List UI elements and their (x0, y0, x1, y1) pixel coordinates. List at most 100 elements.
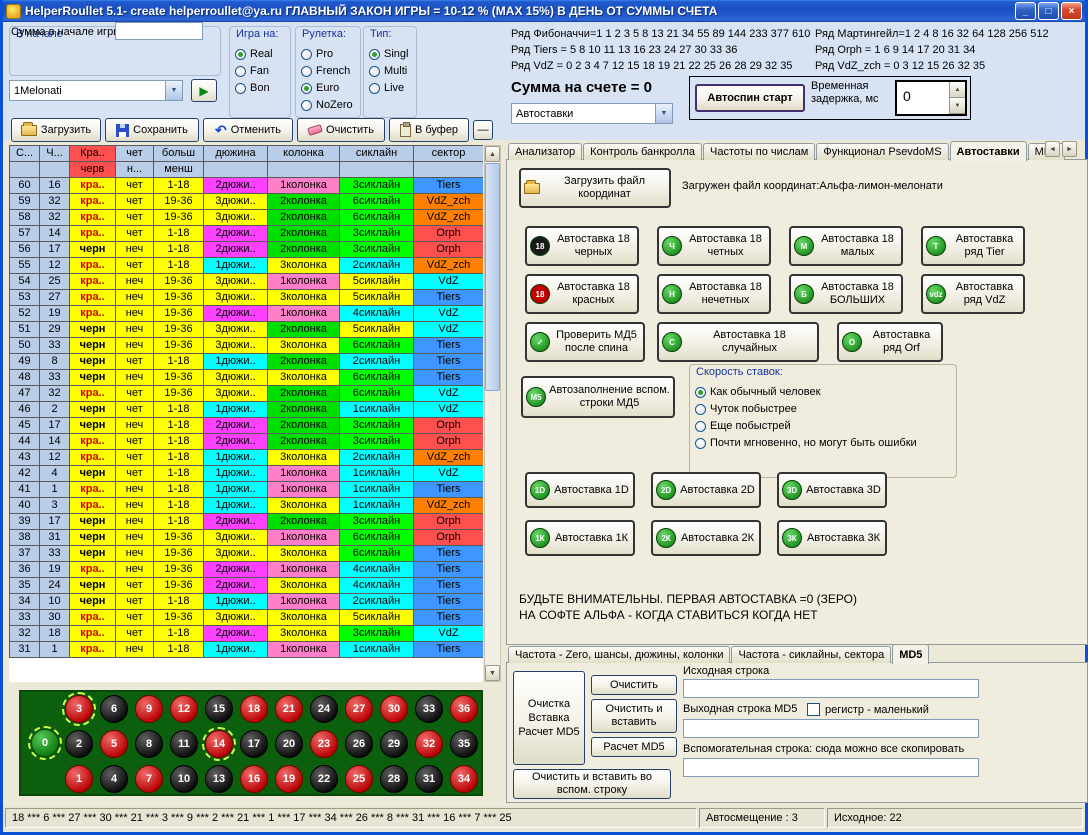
speed-option[interactable]: Почти мгновенно, но могут быть ошибки (695, 436, 956, 450)
main-tab[interactable]: Контроль банкролла (583, 143, 702, 160)
board-number-28[interactable]: 28 (380, 765, 408, 793)
board-number-20[interactable]: 20 (275, 730, 303, 758)
board-number-33[interactable]: 33 (415, 695, 443, 723)
board-number-25[interactable]: 25 (345, 765, 373, 793)
radio-option-Multi[interactable]: Multi (369, 64, 416, 78)
board-number-27[interactable]: 27 (345, 695, 373, 723)
board-number-0[interactable]: 0 (31, 729, 59, 757)
md5-calc-button[interactable]: Расчет MD5 (591, 737, 677, 757)
md5-clear-paste-button[interactable]: Очистить и вставить (591, 699, 677, 733)
scroll-up-icon[interactable]: ▲ (485, 146, 500, 162)
board-number-1[interactable]: 1 (65, 765, 93, 793)
autospin-start-button[interactable]: Автоспин старт (695, 84, 805, 112)
load-coords-button[interactable]: Загрузить файл координат (519, 168, 671, 208)
maximize-button[interactable]: □ (1038, 2, 1059, 20)
freq-tab[interactable]: Частота - Zero, шансы, дюжины, колонки (508, 646, 730, 663)
source-string-input[interactable] (683, 679, 979, 698)
board-number-7[interactable]: 7 (135, 765, 163, 793)
collapse-button[interactable]: — (473, 120, 493, 140)
radio-option-Live[interactable]: Live (369, 81, 416, 95)
clear-paste-aux-button[interactable]: Очистить и вставить во вспом. строку (513, 769, 671, 799)
radio-option-Fan[interactable]: Fan (235, 64, 290, 78)
radio-option-French[interactable]: French (301, 64, 360, 78)
board-number-3[interactable]: 3 (65, 695, 93, 723)
register-checkbox[interactable] (807, 703, 820, 716)
main-tab[interactable]: Анализатор (508, 143, 582, 160)
autobet-button[interactable]: 1КАвтоставка 1К (525, 520, 635, 556)
radio-option-Singl[interactable]: Singl (369, 47, 416, 61)
copy-to-buffer-button[interactable]: В буфер (389, 118, 469, 142)
freq-tab[interactable]: Частота - сиклайны, сектора (731, 646, 891, 663)
start-sum-input[interactable] (115, 22, 203, 40)
board-number-13[interactable]: 13 (205, 765, 233, 793)
board-number-19[interactable]: 19 (275, 765, 303, 793)
board-number-12[interactable]: 12 (170, 695, 198, 723)
board-number-34[interactable]: 34 (450, 765, 478, 793)
main-tab[interactable]: Частоты по числам (703, 143, 815, 160)
tabs-scroll-left-icon[interactable]: ◄ (1045, 141, 1060, 157)
autobet-button[interactable]: 2DАвтоставка 2D (651, 472, 761, 508)
board-number-9[interactable]: 9 (135, 695, 163, 723)
board-number-8[interactable]: 8 (135, 730, 163, 758)
autobet-button[interactable]: НАвтоставка 18 нечетных (657, 274, 771, 314)
autobet-button[interactable]: 18Автоставка 18 черных (525, 226, 639, 266)
board-number-16[interactable]: 16 (240, 765, 268, 793)
save-button[interactable]: Сохранить (105, 118, 199, 142)
spinner-down-icon[interactable]: ▼ (950, 98, 965, 114)
chevron-down-icon[interactable]: ▼ (655, 104, 672, 123)
board-number-29[interactable]: 29 (380, 730, 408, 758)
board-number-23[interactable]: 23 (310, 730, 338, 758)
autobet-button[interactable]: 2КАвтоставка 2К (651, 520, 761, 556)
board-number-18[interactable]: 18 (240, 695, 268, 723)
autobet-button[interactable]: ✓Проверить МД5 после спина (525, 322, 645, 362)
radio-option-Pro[interactable]: Pro (301, 47, 360, 61)
speed-option[interactable]: Чуток побыстрее (695, 402, 956, 416)
radio-option-Real[interactable]: Real (235, 47, 290, 61)
board-number-31[interactable]: 31 (415, 765, 443, 793)
main-tab[interactable]: Автоставки (950, 141, 1027, 161)
main-tab[interactable]: Функционал PsevdoMS (816, 143, 948, 160)
load-button[interactable]: Загрузить (11, 118, 101, 142)
md5-clear-button[interactable]: Очистить (591, 675, 677, 695)
md5-combo-button[interactable]: Очистка Вставка Расчет MD5 (513, 671, 585, 765)
autobet-button[interactable]: ЧАвтоставка 18 четных (657, 226, 771, 266)
chevron-down-icon[interactable]: ▼ (165, 81, 182, 100)
profile-select[interactable]: 1Melonati ▼ (9, 80, 183, 101)
table-scrollbar[interactable]: ▲ ▼ (484, 145, 501, 682)
speed-option[interactable]: Еще побыстрей (695, 419, 956, 433)
board-number-30[interactable]: 30 (380, 695, 408, 723)
play-button[interactable]: ▶ (191, 79, 217, 102)
board-number-35[interactable]: 35 (450, 730, 478, 758)
tabs-scroll-right-icon[interactable]: ► (1062, 141, 1077, 157)
minimize-button[interactable]: _ (1015, 2, 1036, 20)
board-number-10[interactable]: 10 (170, 765, 198, 793)
autobets-select[interactable]: Автоставки ▼ (511, 103, 673, 124)
aux-string-input[interactable] (683, 758, 979, 777)
autobet-button[interactable]: БАвтоставка 18 БОЛЬШИХ (789, 274, 903, 314)
autobet-button[interactable]: ТАвтоставка ряд Tier (921, 226, 1025, 266)
close-button[interactable]: × (1061, 2, 1082, 20)
board-number-4[interactable]: 4 (100, 765, 128, 793)
board-number-36[interactable]: 36 (450, 695, 478, 723)
autobet-button[interactable]: ОАвтоставка ряд Orf (837, 322, 943, 362)
undo-button[interactable]: ↶ Отменить (203, 118, 293, 142)
scrollbar-thumb[interactable] (485, 163, 500, 391)
board-number-21[interactable]: 21 (275, 695, 303, 723)
board-number-32[interactable]: 32 (415, 730, 443, 758)
autobet-button[interactable]: 18Автоставка 18 красных (525, 274, 639, 314)
board-number-26[interactable]: 26 (345, 730, 373, 758)
autobet-button[interactable]: 1DАвтоставка 1D (525, 472, 635, 508)
board-number-17[interactable]: 17 (240, 730, 268, 758)
board-number-5[interactable]: 5 (100, 730, 128, 758)
board-number-24[interactable]: 24 (310, 695, 338, 723)
autobet-button[interactable]: МАвтоставка 18 малых (789, 226, 903, 266)
board-number-6[interactable]: 6 (100, 695, 128, 723)
board-number-15[interactable]: 15 (205, 695, 233, 723)
board-number-22[interactable]: 22 (310, 765, 338, 793)
delay-spinner[interactable]: 0 ▲ ▼ (895, 80, 967, 116)
autofill-md5-button[interactable]: М5 Автозаполнение вспом. строки МД5 (521, 376, 675, 418)
board-number-14[interactable]: 14 (205, 730, 233, 758)
clear-button[interactable]: Очистить (297, 118, 385, 142)
md5-output-input[interactable] (683, 719, 979, 738)
radio-option-Bon[interactable]: Bon (235, 81, 290, 95)
